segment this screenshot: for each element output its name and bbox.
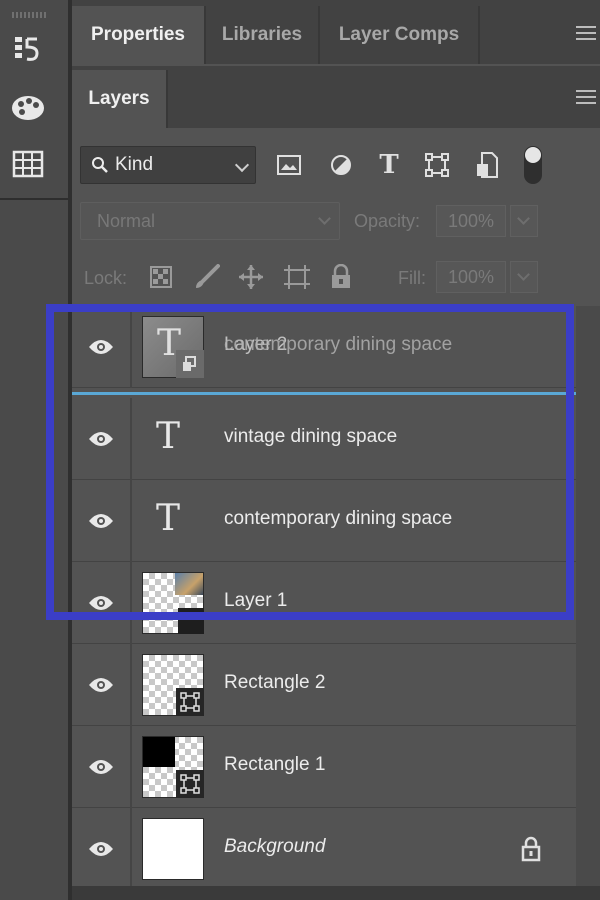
layer-row-rectangle-2[interactable]: Rectangle 2 xyxy=(72,644,576,726)
opacity-label: Opacity: xyxy=(354,211,421,231)
shape-badge-icon xyxy=(176,770,204,798)
fill-label: Fill: xyxy=(398,268,426,288)
layers-tab-bar: Layers xyxy=(72,66,600,128)
visibility-toggle[interactable] xyxy=(72,726,132,808)
top-panel-menu-icon[interactable] xyxy=(576,26,596,40)
layer-thumbnail xyxy=(142,654,204,716)
visibility-toggle[interactable] xyxy=(72,644,132,726)
lock-icon[interactable] xyxy=(520,836,542,867)
layer-thumbnail xyxy=(142,736,204,798)
chevron-down-icon xyxy=(517,268,530,281)
layer-row-background[interactable]: Background xyxy=(72,808,576,890)
lock-image-pixels-icon[interactable] xyxy=(192,262,222,292)
filter-toggle-switch[interactable] xyxy=(524,146,542,184)
smart-object-filter-icon[interactable] xyxy=(472,150,502,180)
black-rectangle-preview xyxy=(143,737,175,767)
blend-mode-value: Normal xyxy=(97,210,156,231)
fill-field[interactable]: 100% xyxy=(436,261,506,293)
opacity-field[interactable]: 100% xyxy=(436,205,506,237)
panel-grip[interactable] xyxy=(12,12,48,18)
panel-bottom-bar xyxy=(72,886,600,900)
eye-icon xyxy=(89,842,113,856)
top-tab-bar: Properties Libraries Layer Comps xyxy=(72,0,600,64)
tab-layers[interactable]: Layers xyxy=(72,70,168,128)
fill-dropdown[interactable] xyxy=(510,261,538,293)
history-icon[interactable] xyxy=(6,28,50,68)
image-filter-icon[interactable] xyxy=(274,150,304,180)
tab-properties[interactable]: Properties xyxy=(72,6,206,64)
layer-thumbnail xyxy=(142,818,204,880)
adjustment-filter-icon[interactable] xyxy=(326,150,356,180)
lock-position-icon[interactable] xyxy=(236,262,266,292)
shape-badge-icon xyxy=(176,688,204,716)
layer-name[interactable]: Rectangle 1 xyxy=(224,754,325,776)
blend-mode-select[interactable]: Normal xyxy=(80,202,340,240)
type-filter-icon[interactable]: T xyxy=(374,150,404,180)
chevron-down-icon xyxy=(517,212,530,225)
layer-name[interactable]: Background xyxy=(224,836,325,858)
lock-artboard-icon[interactable] xyxy=(282,262,312,292)
layers-panel: Properties Libraries Layer Comps Layers … xyxy=(46,0,600,900)
selection-highlight-box xyxy=(46,304,574,620)
search-icon xyxy=(92,157,108,173)
layer-row-rectangle-1[interactable]: Rectangle 1 xyxy=(72,726,576,808)
chevron-down-icon xyxy=(318,212,331,225)
eye-icon xyxy=(89,760,113,774)
visibility-toggle[interactable] xyxy=(72,808,132,890)
eye-icon xyxy=(89,678,113,692)
toolstrip-divider xyxy=(0,198,68,200)
lock-all-icon[interactable] xyxy=(326,262,356,292)
shape-filter-icon[interactable] xyxy=(422,150,452,180)
tab-libraries[interactable]: Libraries xyxy=(206,6,320,64)
lock-transparent-pixels-icon[interactable] xyxy=(146,262,176,292)
layer-name[interactable]: Rectangle 2 xyxy=(224,672,325,694)
chevron-down-icon xyxy=(234,157,250,173)
layers-panel-menu-icon[interactable] xyxy=(576,90,596,104)
opacity-dropdown[interactable] xyxy=(510,205,538,237)
palette-icon[interactable] xyxy=(6,88,50,128)
kind-filter-select[interactable]: Kind xyxy=(80,146,256,184)
tab-layer-comps[interactable]: Layer Comps xyxy=(320,6,480,64)
kind-filter-label: Kind xyxy=(115,154,154,175)
lock-label: Lock: xyxy=(84,268,128,288)
swatches-grid-icon[interactable] xyxy=(6,144,50,184)
